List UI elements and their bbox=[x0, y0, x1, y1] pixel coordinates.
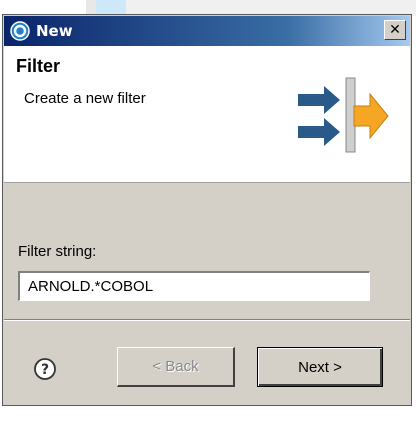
title-bar[interactable]: New ✕ bbox=[4, 16, 410, 46]
help-icon[interactable]: ? bbox=[33, 357, 57, 381]
svg-text:?: ? bbox=[41, 362, 49, 378]
next-button[interactable]: Next > bbox=[257, 347, 383, 387]
app-icon bbox=[10, 21, 30, 41]
window-title: New bbox=[36, 22, 73, 40]
filter-string-label: Filter string: bbox=[18, 243, 97, 260]
close-icon: ✕ bbox=[389, 22, 401, 38]
page-description: Create a new filter bbox=[24, 90, 146, 107]
wizard-content: Filter string: bbox=[4, 183, 410, 313]
wizard-arrows-icon bbox=[294, 72, 390, 158]
footer-divider bbox=[4, 319, 410, 321]
filter-string-input[interactable] bbox=[18, 271, 370, 301]
wizard-header: Filter Create a new filter bbox=[4, 46, 410, 183]
back-button[interactable]: < Back bbox=[117, 347, 235, 387]
new-filter-dialog: New ✕ Filter Create a new filter Filter … bbox=[2, 14, 412, 406]
close-button[interactable]: ✕ bbox=[384, 20, 406, 40]
page-title: Filter bbox=[16, 56, 61, 76]
